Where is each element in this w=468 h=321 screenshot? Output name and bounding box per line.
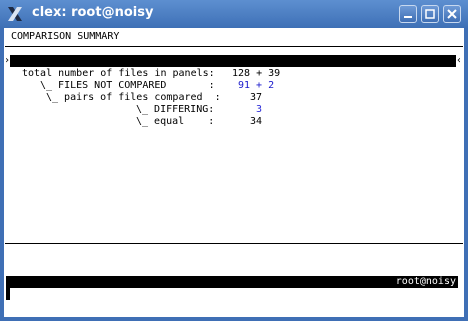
terminal-window: clex: root@noisy COMPARISON SUMMARY › ‹ … [0, 0, 468, 321]
exit-panel-item[interactable]: --> Exit this panel [10, 55, 456, 78]
pairs-compared-label: \_ pairs of files compared : [46, 92, 221, 103]
close-icon[interactable] [443, 5, 461, 23]
terminal-area[interactable]: COMPARISON SUMMARY › ‹ --> Exit this pan… [4, 28, 464, 317]
total-files-label: total number of files in panels: [22, 68, 215, 79]
status-user-host: root@noisy [395, 276, 456, 287]
status-help-text: CLEX file manager - press F1 for help [46, 288, 269, 299]
cursor [6, 288, 10, 300]
differing-value: 3 [256, 104, 263, 115]
right-marker-icon: ‹ [456, 55, 463, 66]
not-compared-label: \_ FILES NOT COMPARED : [40, 80, 215, 91]
status-bar: CLEX file manager - press F1 for help ro… [6, 276, 458, 299]
page-title: COMPARISON SUMMARY [11, 31, 120, 42]
top-divider [5, 46, 463, 47]
equal-label: \_ equal : [136, 116, 215, 127]
total-files-value: 128 + 39 [232, 68, 281, 79]
window-title: clex: root@noisy [32, 5, 154, 20]
equal-value: 34 [250, 116, 263, 127]
bottom-divider [5, 243, 463, 244]
title-bar[interactable]: clex: root@noisy [0, 0, 468, 28]
minimize-icon[interactable] [399, 5, 417, 23]
not-compared-value: 91 + 2 [238, 80, 275, 91]
pairs-compared-value: 37 [250, 92, 263, 103]
differing-label: \_ DIFFERING: [136, 104, 215, 115]
x-logo-icon[interactable] [6, 5, 24, 23]
maximize-icon[interactable] [421, 5, 439, 23]
